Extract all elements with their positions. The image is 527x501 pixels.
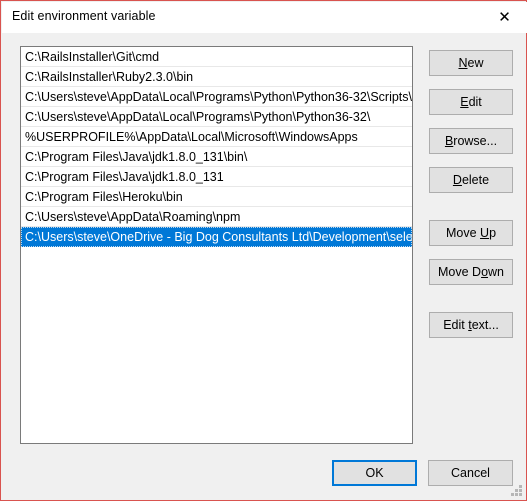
list-item[interactable]: C:\Program Files\Java\jdk1.8.0_131\bin\ <box>21 147 412 167</box>
dialog-title: Edit environment variable <box>12 9 156 23</box>
list-item[interactable]: C:\RailsInstaller\Ruby2.3.0\bin <box>21 67 412 87</box>
new-button[interactable]: New <box>429 50 513 76</box>
move-down-button[interactable]: Move Down <box>429 259 513 285</box>
cancel-button[interactable]: Cancel <box>428 460 513 486</box>
list-item[interactable]: C:\Users\steve\AppData\Local\Programs\Py… <box>21 107 412 127</box>
ok-button[interactable]: OK <box>332 460 417 486</box>
edit-button[interactable]: Edit <box>429 89 513 115</box>
browse-button[interactable]: Browse... <box>429 128 513 154</box>
move-up-button[interactable]: Move Up <box>429 220 513 246</box>
path-list[interactable]: C:\RailsInstaller\Git\cmd C:\RailsInstall… <box>20 46 413 444</box>
list-item[interactable]: C:\Users\steve\AppData\Roaming\npm <box>21 207 412 227</box>
close-button[interactable]: ✕ <box>482 2 527 33</box>
list-item[interactable]: C:\Program Files\Heroku\bin <box>21 187 412 207</box>
list-item[interactable]: C:\Users\steve\OneDrive - Big Dog Consul… <box>21 227 412 247</box>
list-item[interactable]: C:\Users\steve\AppData\Local\Programs\Py… <box>21 87 412 107</box>
close-icon: ✕ <box>498 8 511 26</box>
resize-grip-icon[interactable] <box>511 485 522 496</box>
list-item[interactable]: C:\Program Files\Java\jdk1.8.0_131 <box>21 167 412 187</box>
title-bar: Edit environment variable ✕ <box>2 2 527 33</box>
edit-text-button[interactable]: Edit text... <box>429 312 513 338</box>
list-item[interactable]: %USERPROFILE%\AppData\Local\Microsoft\Wi… <box>21 127 412 147</box>
edit-environment-variable-dialog: Edit environment variable ✕ C:\RailsInst… <box>0 0 527 501</box>
list-item[interactable]: C:\RailsInstaller\Git\cmd <box>21 47 412 67</box>
delete-button[interactable]: Delete <box>429 167 513 193</box>
